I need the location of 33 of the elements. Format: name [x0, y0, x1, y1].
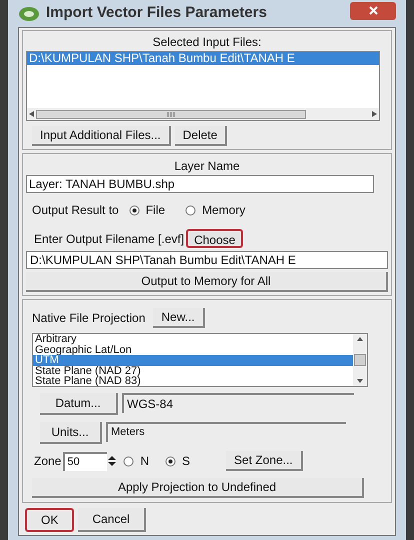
radio-label: File: [146, 202, 166, 220]
set-zone-button[interactable]: Set Zone...: [226, 451, 303, 472]
radio-label: S: [182, 453, 190, 470]
projection-item[interactable]: Geographic Lat/Lon: [33, 344, 353, 356]
new-button[interactable]: New...: [153, 308, 205, 328]
output-to-memory-button[interactable]: Output to Memory for All: [26, 272, 388, 292]
field-label: Zone: [34, 453, 62, 470]
field-label: Native File Projection: [32, 310, 146, 328]
file-list-item[interactable]: D:\KUMPULAN SHP\Tanah Bumbu Edit\TANAH E: [27, 52, 379, 66]
projection-item[interactable]: State Plane (NAD 83): [33, 376, 353, 387]
zone-field[interactable]: 50: [63, 452, 108, 471]
radio-label: N: [140, 453, 150, 470]
field-label: Enter Output Filename [.evf]: [34, 230, 184, 248]
projection-item[interactable]: State Plane (NAD 27): [33, 366, 353, 376]
datum-button[interactable]: Datum...: [40, 393, 118, 416]
section-heading: Selected Input Files:: [152, 34, 262, 52]
delete-button[interactable]: Delete: [174, 126, 228, 146]
section-heading: Layer Name: [174, 158, 240, 176]
units-field: Meters: [106, 422, 346, 442]
radio-label: Memory: [202, 202, 246, 220]
choose-button[interactable]: Choose: [186, 229, 244, 248]
output-filename-field[interactable]: D:\KUMPULAN SHP\Tanah Bumbu Edit\TANAH E: [26, 251, 388, 270]
field-label: Output Result to: [32, 202, 119, 220]
cancel-button[interactable]: Cancel: [78, 508, 146, 532]
projection-item[interactable]: Arbitrary: [33, 334, 353, 345]
window-title: Import Vector Files Parameters: [46, 3, 267, 24]
datum-field: WGS-84: [122, 393, 354, 414]
ok-button[interactable]: OK: [25, 508, 74, 532]
apply-projection-button[interactable]: Apply Projection to Undefined: [32, 478, 364, 498]
layer-name-field[interactable]: Layer: TANAH BUMBU.shp: [26, 175, 374, 194]
add-files-button[interactable]: Input Additional Files...: [32, 126, 171, 146]
units-button[interactable]: Units...: [40, 422, 102, 444]
projection-item[interactable]: UTM: [33, 355, 353, 366]
